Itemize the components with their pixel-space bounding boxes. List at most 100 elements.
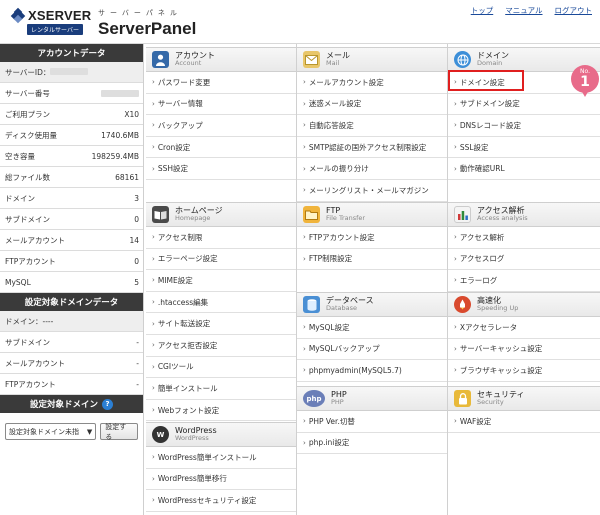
item-label: WordPressセキュリティ設定 <box>157 495 257 505</box>
menu-item-cron[interactable]: › Cron設定 <box>146 137 296 159</box>
section-analysis: アクセス解析 Access analysis › アクセス解析 › アクセスログ › エ… <box>448 202 600 292</box>
arrow-icon: › <box>152 406 155 415</box>
menu-item-wp-install[interactable]: › WordPress簡単インストール <box>146 447 296 469</box>
row-value: 5 <box>134 277 139 287</box>
item-label: アクセスログ <box>459 254 505 264</box>
dropdown-arrow-icon: ▼ <box>86 427 93 436</box>
item-label: サブドメイン設定 <box>459 99 520 109</box>
menu-item-mime[interactable]: › MIME設定 <box>146 270 296 292</box>
link-logout[interactable]: ログアウト <box>555 5 593 16</box>
menu-item-php-version[interactable]: › PHP Ver.切替 <box>297 411 447 433</box>
menu-item-server-cache[interactable]: › サーバーキャッシュ設定 <box>448 339 600 361</box>
xserver-logo[interactable]: XSERVER レンタルサーバー <box>10 7 92 35</box>
account-row: サブドメイン 0 <box>0 209 143 230</box>
item-label: パスワード変更 <box>157 77 211 87</box>
menu-item-browser-cache[interactable]: › ブラウザキャッシュ設定 <box>448 360 600 382</box>
menu-item-ftp-account[interactable]: › FTPアカウント設定 <box>297 227 447 249</box>
folder-icon <box>303 206 320 223</box>
menu-item-web-font[interactable]: › Webフォント設定 <box>146 400 296 422</box>
apply-domain-button[interactable]: 設定する <box>100 423 138 441</box>
item-label: FTP制限設定 <box>308 254 353 264</box>
menu-item-spam[interactable]: › 迷惑メール設定 <box>297 94 447 116</box>
menu-item-wp-migrate[interactable]: › WordPress簡単移行 <box>146 469 296 491</box>
account-row: 空き容量 198259.4MB <box>0 146 143 167</box>
header: XSERVER レンタルサーバー サーバーパネル ServerPanel トップ… <box>0 0 600 44</box>
section-subtitle: File Transfer <box>326 214 366 223</box>
item-label: MySQLバックアップ <box>308 344 380 354</box>
help-icon[interactable]: ? <box>102 398 113 410</box>
menu-item-error-log[interactable]: › エラーログ <box>448 270 600 292</box>
menu-item-error-page[interactable]: › エラーページ設定 <box>146 249 296 271</box>
menu-item-easy-install[interactable]: › 簡単インストール <box>146 378 296 400</box>
section-subtitle: Database <box>326 304 358 313</box>
menu-item-access-analysis[interactable]: › アクセス解析 <box>448 227 600 249</box>
database-icon <box>303 296 320 313</box>
section-subtitle: Homepage <box>175 214 211 223</box>
menu-item-php-ini[interactable]: › php.ini設定 <box>297 433 447 455</box>
menu-item-ssl[interactable]: › SSL設定 <box>448 137 600 159</box>
arrow-icon: › <box>152 254 155 263</box>
arrow-icon: › <box>303 121 306 130</box>
masked-value <box>101 89 139 97</box>
section-homepage: ホームページ Homepage › アクセス制限 › エラーページ設定 › MIME設定… <box>146 202 296 422</box>
item-label: php.ini設定 <box>308 438 350 448</box>
arrow-icon: › <box>454 121 457 130</box>
row-label: ディスク使用量 <box>5 130 57 140</box>
row-value: - <box>136 358 139 368</box>
menu-item-access-log[interactable]: › アクセスログ <box>448 249 600 271</box>
item-label: .htaccess編集 <box>157 297 209 307</box>
menu-item-mail-account[interactable]: › メールアカウント設定 <box>297 72 447 94</box>
section-ftp: FTP File Transfer › FTPアカウント設定 › FTP制限設定 <box>297 202 447 271</box>
menu-item-cgi-tools[interactable]: › CGIツール <box>146 357 296 379</box>
item-label: ブラウザキャッシュ設定 <box>459 365 543 375</box>
arrow-icon: › <box>303 417 306 426</box>
domain-select[interactable]: 設定対象ドメイン未指 ▼ <box>5 423 97 440</box>
arrow-icon: › <box>303 323 306 332</box>
menu-item-mysql[interactable]: › MySQL設定 <box>297 317 447 339</box>
menu-item-mysql-backup[interactable]: › MySQLバックアップ <box>297 339 447 361</box>
section-header: 高速化 Speeding Up <box>448 292 600 317</box>
menu-item-password[interactable]: › パスワード変更 <box>146 72 296 94</box>
arrow-icon: › <box>152 78 155 87</box>
target-row: FTPアカウント - <box>0 374 143 395</box>
user-icon <box>152 51 169 68</box>
menu-item-x-accelerator[interactable]: › Xアクセラレータ <box>448 317 600 339</box>
menu-item-waf[interactable]: › WAF設定 <box>448 411 600 433</box>
section-header: セキュリティ Security <box>448 386 600 411</box>
menu-item-htaccess[interactable]: › .htaccess編集 <box>146 292 296 314</box>
top-links: トップ マニュアル ログアウト <box>471 5 592 16</box>
menu-item-mail-filter[interactable]: › メールの振り分け <box>297 158 447 180</box>
arrow-icon: › <box>152 341 155 350</box>
menu-item-phpmyadmin[interactable]: › phpmyadmin(MySQL5.7) <box>297 360 447 382</box>
menu-item-ssh[interactable]: › SSH設定 <box>146 158 296 180</box>
domain-select-row: 設定対象ドメイン未指 ▼ 設定する <box>0 413 143 450</box>
row-label: 総ファイル数 <box>5 172 50 182</box>
menu-item-access-restriction[interactable]: › アクセス制限 <box>146 227 296 249</box>
section-header: アカウント Account <box>146 47 296 72</box>
arrow-icon: › <box>303 233 306 242</box>
section-security: セキュリティ Security › WAF設定 <box>448 386 600 433</box>
menu-item-auto-reply[interactable]: › 自動応答設定 <box>297 115 447 137</box>
menu-item-dns[interactable]: › DNSレコード設定 <box>448 115 600 137</box>
menu-item-server-info[interactable]: › サーバー情報 <box>146 94 296 116</box>
menu-item-check-url[interactable]: › 動作確認URL <box>448 158 600 180</box>
section-header: W WordPress WordPress <box>146 422 296 447</box>
arrow-icon: › <box>152 319 155 328</box>
menu-item-access-deny[interactable]: › アクセス拒否設定 <box>146 335 296 357</box>
row-value: 3 <box>134 193 139 203</box>
arrow-icon: › <box>454 164 457 173</box>
menu-item-ftp-restriction[interactable]: › FTP制限設定 <box>297 249 447 271</box>
menu-item-wp-security[interactable]: › WordPressセキュリティ設定 <box>146 490 296 512</box>
link-manual[interactable]: マニュアル <box>505 5 542 16</box>
link-top[interactable]: トップ <box>471 5 494 16</box>
item-label: MIME設定 <box>157 275 193 285</box>
arrow-icon: › <box>152 384 155 393</box>
item-label: MySQL設定 <box>308 322 350 332</box>
section-subtitle: Mail <box>326 59 340 68</box>
menu-column-2: メール Mail › メールアカウント設定 › 迷惑メール設定 › 自動応答設定 › SM… <box>297 44 448 515</box>
menu-item-smtp-restriction[interactable]: › SMTP認証の国外アクセス制限設定 <box>297 137 447 159</box>
menu-item-mailing-list[interactable]: › メーリングリスト・メールマガジン <box>297 180 447 202</box>
account-row: MySQL 5 <box>0 272 143 293</box>
menu-item-backup[interactable]: › バックアップ <box>146 115 296 137</box>
menu-item-site-redirect[interactable]: › サイト転送設定 <box>146 313 296 335</box>
